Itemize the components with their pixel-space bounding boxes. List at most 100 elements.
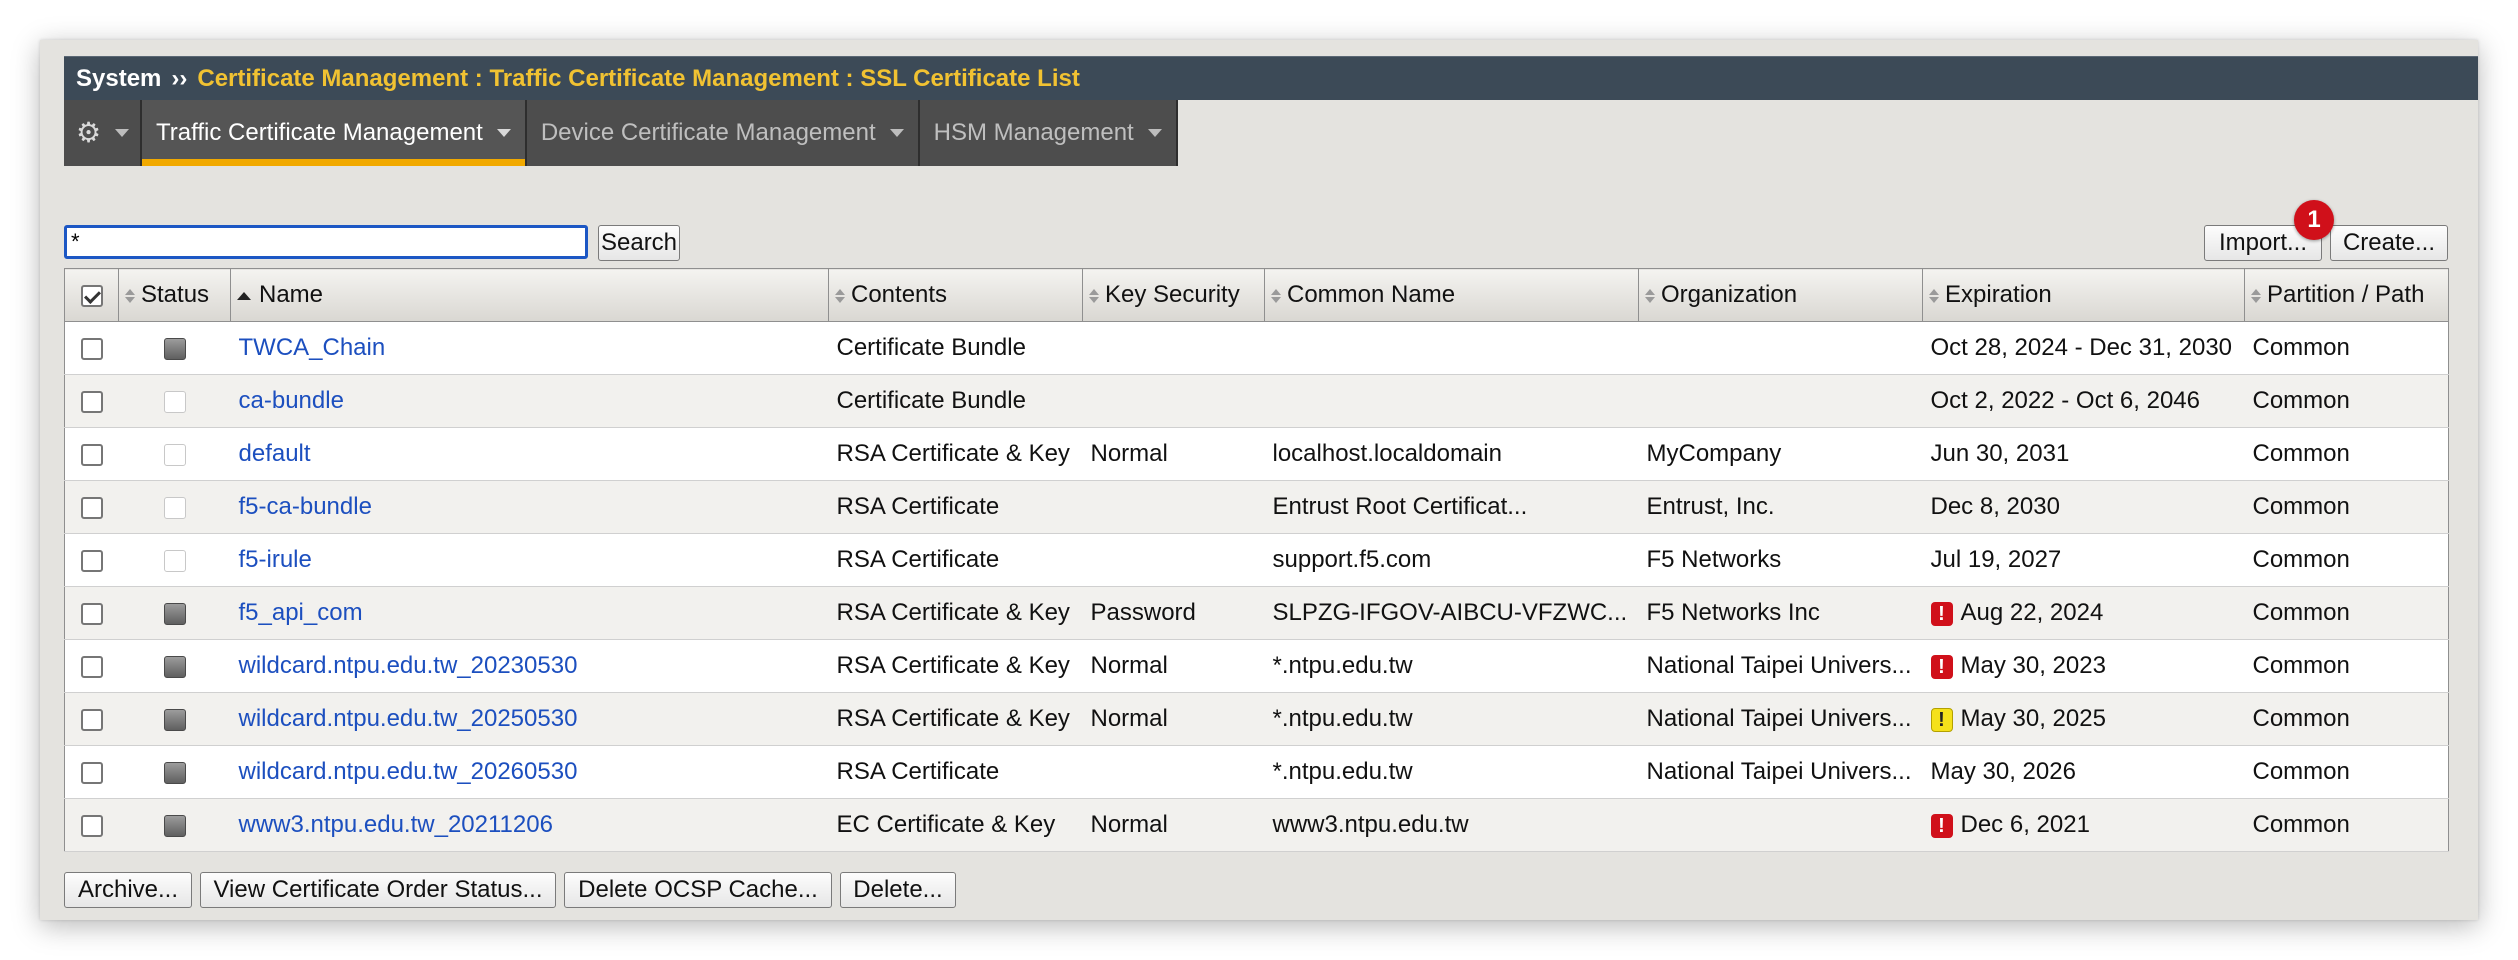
- row-checkbox-cell[interactable]: [64, 798, 119, 852]
- view-order-status-button[interactable]: View Certificate Order Status...: [200, 872, 556, 908]
- column-partition[interactable]: Partition / Path: [2244, 268, 2449, 322]
- settings-menu-button[interactable]: ⚙: [64, 100, 142, 166]
- certificate-name-link[interactable]: f5-ca-bundle: [239, 493, 372, 520]
- contents-cell: RSA Certificate: [828, 745, 1083, 799]
- notification-badge: 1: [2294, 200, 2334, 240]
- row-checkbox-cell[interactable]: [64, 533, 119, 587]
- delete-button[interactable]: Delete...: [840, 872, 956, 908]
- name-cell: default: [230, 427, 829, 481]
- archive-button[interactable]: Archive...: [64, 872, 192, 908]
- breadcrumb-root[interactable]: System: [76, 65, 161, 93]
- tab-hsm-management[interactable]: HSM Management: [919, 100, 1178, 166]
- certificate-name-link[interactable]: f5-irule: [239, 546, 312, 573]
- sort-icon: [1271, 288, 1281, 303]
- key-security-cell: [1082, 480, 1265, 534]
- contents-cell: RSA Certificate & Key: [828, 586, 1083, 640]
- certificate-name-link[interactable]: wildcard.ntpu.edu.tw_20250530: [239, 705, 578, 732]
- column-expiration[interactable]: Expiration: [1922, 268, 2245, 322]
- certificate-name-link[interactable]: wildcard.ntpu.edu.tw_20260530: [239, 758, 578, 785]
- row-checkbox[interactable]: [80, 655, 103, 678]
- key-security-cell: Normal: [1082, 639, 1265, 693]
- organization-cell: [1638, 798, 1923, 852]
- organization-cell: F5 Networks: [1638, 533, 1923, 587]
- row-checkbox-cell[interactable]: [64, 427, 119, 481]
- certificate-name-link[interactable]: TWCA_Chain: [239, 334, 386, 361]
- row-checkbox[interactable]: [80, 390, 103, 413]
- partition-cell: Common: [2244, 639, 2449, 693]
- row-checkbox[interactable]: [80, 337, 103, 360]
- tab-bar: ⚙ Traffic Certificate Management Device …: [64, 100, 1184, 166]
- column-status[interactable]: Status: [118, 268, 231, 322]
- column-label: Expiration: [1945, 281, 2052, 308]
- expiring-warning-icon: !: [1930, 707, 1953, 732]
- contents-cell: RSA Certificate & Key: [828, 427, 1083, 481]
- chevron-down-icon: [496, 129, 511, 137]
- select-all-checkbox-cell[interactable]: [64, 268, 119, 322]
- table-row: f5-irule RSA Certificate support.f5.com F5 …: [64, 533, 2449, 587]
- row-checkbox-cell[interactable]: [64, 745, 119, 799]
- expiration-text: Aug 22, 2024: [1960, 599, 2104, 626]
- row-checkbox[interactable]: [80, 549, 103, 572]
- sort-icon: [1089, 288, 1099, 303]
- status-cell: [118, 745, 231, 799]
- row-checkbox-cell[interactable]: [64, 692, 119, 746]
- search-button[interactable]: Search: [598, 225, 680, 261]
- key-security-cell: Password: [1082, 586, 1265, 640]
- expired-warning-icon: !: [1930, 813, 1953, 838]
- expiration-text: Jun 30, 2031: [1930, 440, 2070, 467]
- column-contents[interactable]: Contents: [828, 268, 1083, 322]
- column-name[interactable]: Name: [230, 268, 829, 322]
- expiration-cell: ! Aug 22, 2024: [1922, 586, 2245, 640]
- row-checkbox-cell[interactable]: [64, 374, 119, 428]
- search-input[interactable]: [64, 225, 588, 259]
- sort-icon: [835, 288, 845, 303]
- common-name-cell: Entrust Root Certificat...: [1264, 480, 1639, 534]
- row-checkbox[interactable]: [80, 496, 103, 519]
- certificate-name-link[interactable]: wildcard.ntpu.edu.tw_20230530: [239, 652, 578, 679]
- common-name-cell: SLPZG-IFGOV-AIBCU-VFZWC...: [1264, 586, 1639, 640]
- row-checkbox[interactable]: [80, 761, 103, 784]
- table-row: wildcard.ntpu.edu.tw_20230530 RSA Certifi…: [64, 639, 2449, 693]
- status-cell: [118, 586, 231, 640]
- certificate-name-link[interactable]: www3.ntpu.edu.tw_20211206: [239, 811, 553, 838]
- row-checkbox-cell[interactable]: [64, 321, 119, 375]
- tab-traffic-certificate-management[interactable]: Traffic Certificate Management: [142, 100, 527, 166]
- row-checkbox[interactable]: [80, 602, 103, 625]
- name-cell: wildcard.ntpu.edu.tw_20260530: [230, 745, 829, 799]
- table-row: f5_api_com RSA Certificate & Key Password S…: [64, 586, 2449, 640]
- partition-cell: Common: [2244, 586, 2449, 640]
- row-checkbox-cell[interactable]: [64, 586, 119, 640]
- name-cell: www3.ntpu.edu.tw_20211206: [230, 798, 829, 852]
- table-body: TWCA_Chain Certificate Bundle Oct 28, 2024…: [64, 321, 2449, 852]
- row-checkbox-cell[interactable]: [64, 639, 119, 693]
- column-key-security[interactable]: Key Security: [1082, 268, 1265, 322]
- delete-ocsp-cache-button[interactable]: Delete OCSP Cache...: [564, 872, 832, 908]
- select-all-checkbox[interactable]: [80, 284, 103, 307]
- status-cell: [118, 798, 231, 852]
- create-button[interactable]: Create...: [2330, 225, 2448, 261]
- row-checkbox-cell[interactable]: [64, 480, 119, 534]
- status-icon: [163, 655, 186, 678]
- row-checkbox[interactable]: [80, 443, 103, 466]
- row-checkbox[interactable]: [80, 708, 103, 731]
- sort-ascending-icon: [237, 291, 251, 300]
- expiration-text: May 30, 2026: [1930, 758, 2076, 785]
- tab-device-certificate-management[interactable]: Device Certificate Management: [526, 100, 920, 166]
- column-organization[interactable]: Organization: [1638, 268, 1923, 322]
- key-security-cell: [1082, 533, 1265, 587]
- expiration-cell: Oct 2, 2022 - Oct 6, 2046: [1922, 374, 2245, 428]
- certificate-name-link[interactable]: ca-bundle: [239, 387, 344, 414]
- key-security-cell: Normal: [1082, 427, 1265, 481]
- partition-cell: Common: [2244, 480, 2449, 534]
- organization-cell: F5 Networks Inc: [1638, 586, 1923, 640]
- row-checkbox[interactable]: [80, 814, 103, 837]
- certificate-name-link[interactable]: f5_api_com: [239, 599, 363, 626]
- column-common-name[interactable]: Common Name: [1264, 268, 1639, 322]
- certificate-name-link[interactable]: default: [239, 440, 311, 467]
- contents-cell: RSA Certificate & Key: [828, 692, 1083, 746]
- chevron-down-icon: [889, 129, 904, 137]
- organization-cell: [1638, 321, 1923, 375]
- expiration-text: Oct 28, 2024 - Dec 31, 2030: [1930, 334, 2233, 361]
- expiration-cell: ! May 30, 2023: [1922, 639, 2245, 693]
- status-cell: [118, 427, 231, 481]
